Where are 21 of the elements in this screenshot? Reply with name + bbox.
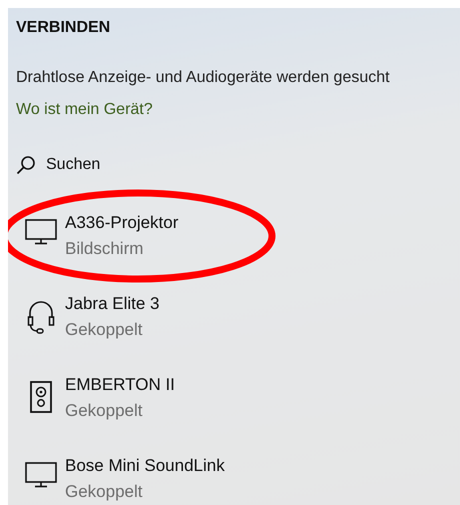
device-status: Gekoppelt bbox=[65, 482, 142, 502]
device-status: Bildschirm bbox=[65, 239, 144, 259]
device-item[interactable]: Jabra Elite 3 Gekoppelt bbox=[16, 294, 225, 375]
device-name: Jabra Elite 3 bbox=[65, 294, 160, 314]
device-item[interactable]: A336-Projektor Bildschirm bbox=[16, 213, 225, 294]
device-name: EMBERTON II bbox=[65, 375, 175, 395]
monitor-icon bbox=[24, 462, 56, 488]
status-text: Drahtlose Anzeige- und Audiogeräte werden gesucht bbox=[16, 69, 390, 87]
device-name: Bose Mini SoundLink bbox=[65, 456, 225, 476]
monitor-icon bbox=[24, 219, 56, 245]
device-status: Gekoppelt bbox=[65, 401, 142, 421]
device-name: A336-Projektor bbox=[65, 213, 178, 233]
search-icon bbox=[16, 155, 36, 175]
speaker-icon bbox=[30, 381, 52, 413]
device-item[interactable]: EMBERTON II Gekoppelt bbox=[16, 375, 225, 456]
panel-title: VERBINDEN bbox=[16, 19, 110, 37]
device-item[interactable]: Bose Mini SoundLink Gekoppelt bbox=[16, 456, 225, 505]
headset-icon bbox=[26, 300, 54, 334]
search-button[interactable]: Suchen bbox=[16, 155, 100, 175]
help-link[interactable]: Wo ist mein Gerät? bbox=[16, 101, 153, 119]
device-status: Gekoppelt bbox=[65, 320, 142, 340]
